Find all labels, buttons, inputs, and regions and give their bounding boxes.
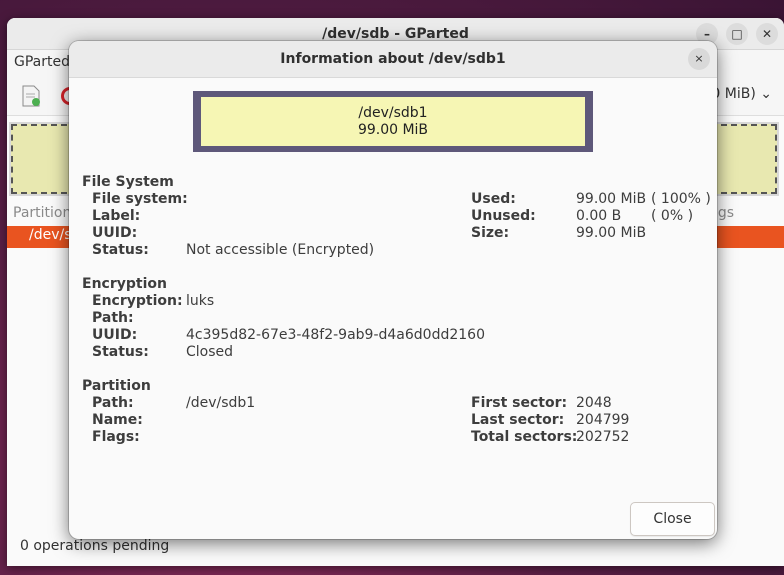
partition-section: Partition Path: /dev/sdb1 First sector: … — [82, 378, 702, 446]
label-part-flags: Flags: — [92, 429, 140, 445]
label-part-path: Path: — [92, 395, 134, 411]
partition-info-dialog: Information about /dev/sdb1 × /dev/sdb1 … — [69, 41, 717, 539]
new-partition-icon[interactable] — [21, 85, 41, 107]
label-total-sectors: Total sectors: — [471, 429, 578, 445]
value-unused-percent: ( 0% ) — [651, 208, 694, 224]
status-bar: 0 operations pending — [20, 538, 170, 554]
value-used-percent: ( 100% ) — [651, 191, 711, 207]
label-first-sector: First sector: — [471, 395, 568, 411]
section-title-encryption: Encryption — [82, 276, 167, 292]
section-title-partition: Partition — [82, 378, 151, 394]
main-window-title: /dev/sdb - GParted — [322, 26, 469, 42]
section-title-file-system: File System — [82, 174, 174, 190]
value-total-sectors: 202752 — [576, 429, 630, 445]
label-fs-status: Status: — [92, 242, 149, 258]
label-size: Size: — [471, 225, 510, 241]
label-label: Label: — [92, 208, 141, 224]
close-icon[interactable]: ✕ — [756, 23, 778, 45]
column-flags[interactable]: gs — [718, 205, 734, 221]
label-encryption: Encryption: — [92, 293, 183, 309]
menu-gparted[interactable]: GParted — [14, 54, 70, 70]
label-last-sector: Last sector: — [471, 412, 565, 428]
label-enc-uuid: UUID: — [92, 327, 138, 343]
value-last-sector: 204799 — [576, 412, 630, 428]
value-encryption: luks — [186, 293, 215, 309]
dialog-title: Information about /dev/sdb1 — [280, 51, 506, 67]
label-unused: Unused: — [471, 208, 536, 224]
chevron-down-icon: ⌄ — [760, 86, 772, 102]
partition-graphic: /dev/sdb1 99.00 MiB — [193, 91, 593, 152]
label-fs-uuid: UUID: — [92, 225, 138, 241]
close-button[interactable]: Close — [630, 502, 715, 536]
label-used: Used: — [471, 191, 516, 207]
column-partition[interactable]: Partition — [13, 205, 71, 221]
value-used: 99.00 MiB — [576, 191, 647, 207]
value-enc-status: Closed — [186, 344, 234, 360]
value-fs-status: Not accessible (Encrypted) — [186, 242, 375, 258]
label-file-system: File system: — [92, 191, 188, 207]
value-first-sector: 2048 — [576, 395, 612, 411]
file-system-section: File System File system: Used: 99.00 MiB… — [82, 174, 711, 259]
label-enc-status: Status: — [92, 344, 149, 360]
maximize-icon[interactable]: □ — [726, 23, 748, 45]
graphic-size: 99.00 MiB — [357, 121, 429, 138]
device-selector[interactable]: 0 MiB) ⌄ — [711, 86, 772, 102]
graphic-path: /dev/sdb1 — [358, 104, 428, 121]
device-selector-label: 0 MiB) — [711, 86, 756, 102]
value-size: 99.00 MiB — [576, 225, 647, 241]
close-icon[interactable]: × — [688, 48, 710, 70]
value-part-path: /dev/sdb1 — [186, 395, 256, 411]
value-unused: 0.00 B — [576, 208, 622, 224]
dialog-titlebar: Information about /dev/sdb1 × — [69, 41, 717, 78]
label-part-name: Name: — [92, 412, 143, 428]
encryption-section: Encryption Encryption: luks Path: UUID: … — [82, 276, 702, 361]
value-enc-uuid: 4c395d82-67e3-48f2-9ab9-d4a6d0dd2160 — [186, 327, 485, 343]
label-enc-path: Path: — [92, 310, 134, 326]
